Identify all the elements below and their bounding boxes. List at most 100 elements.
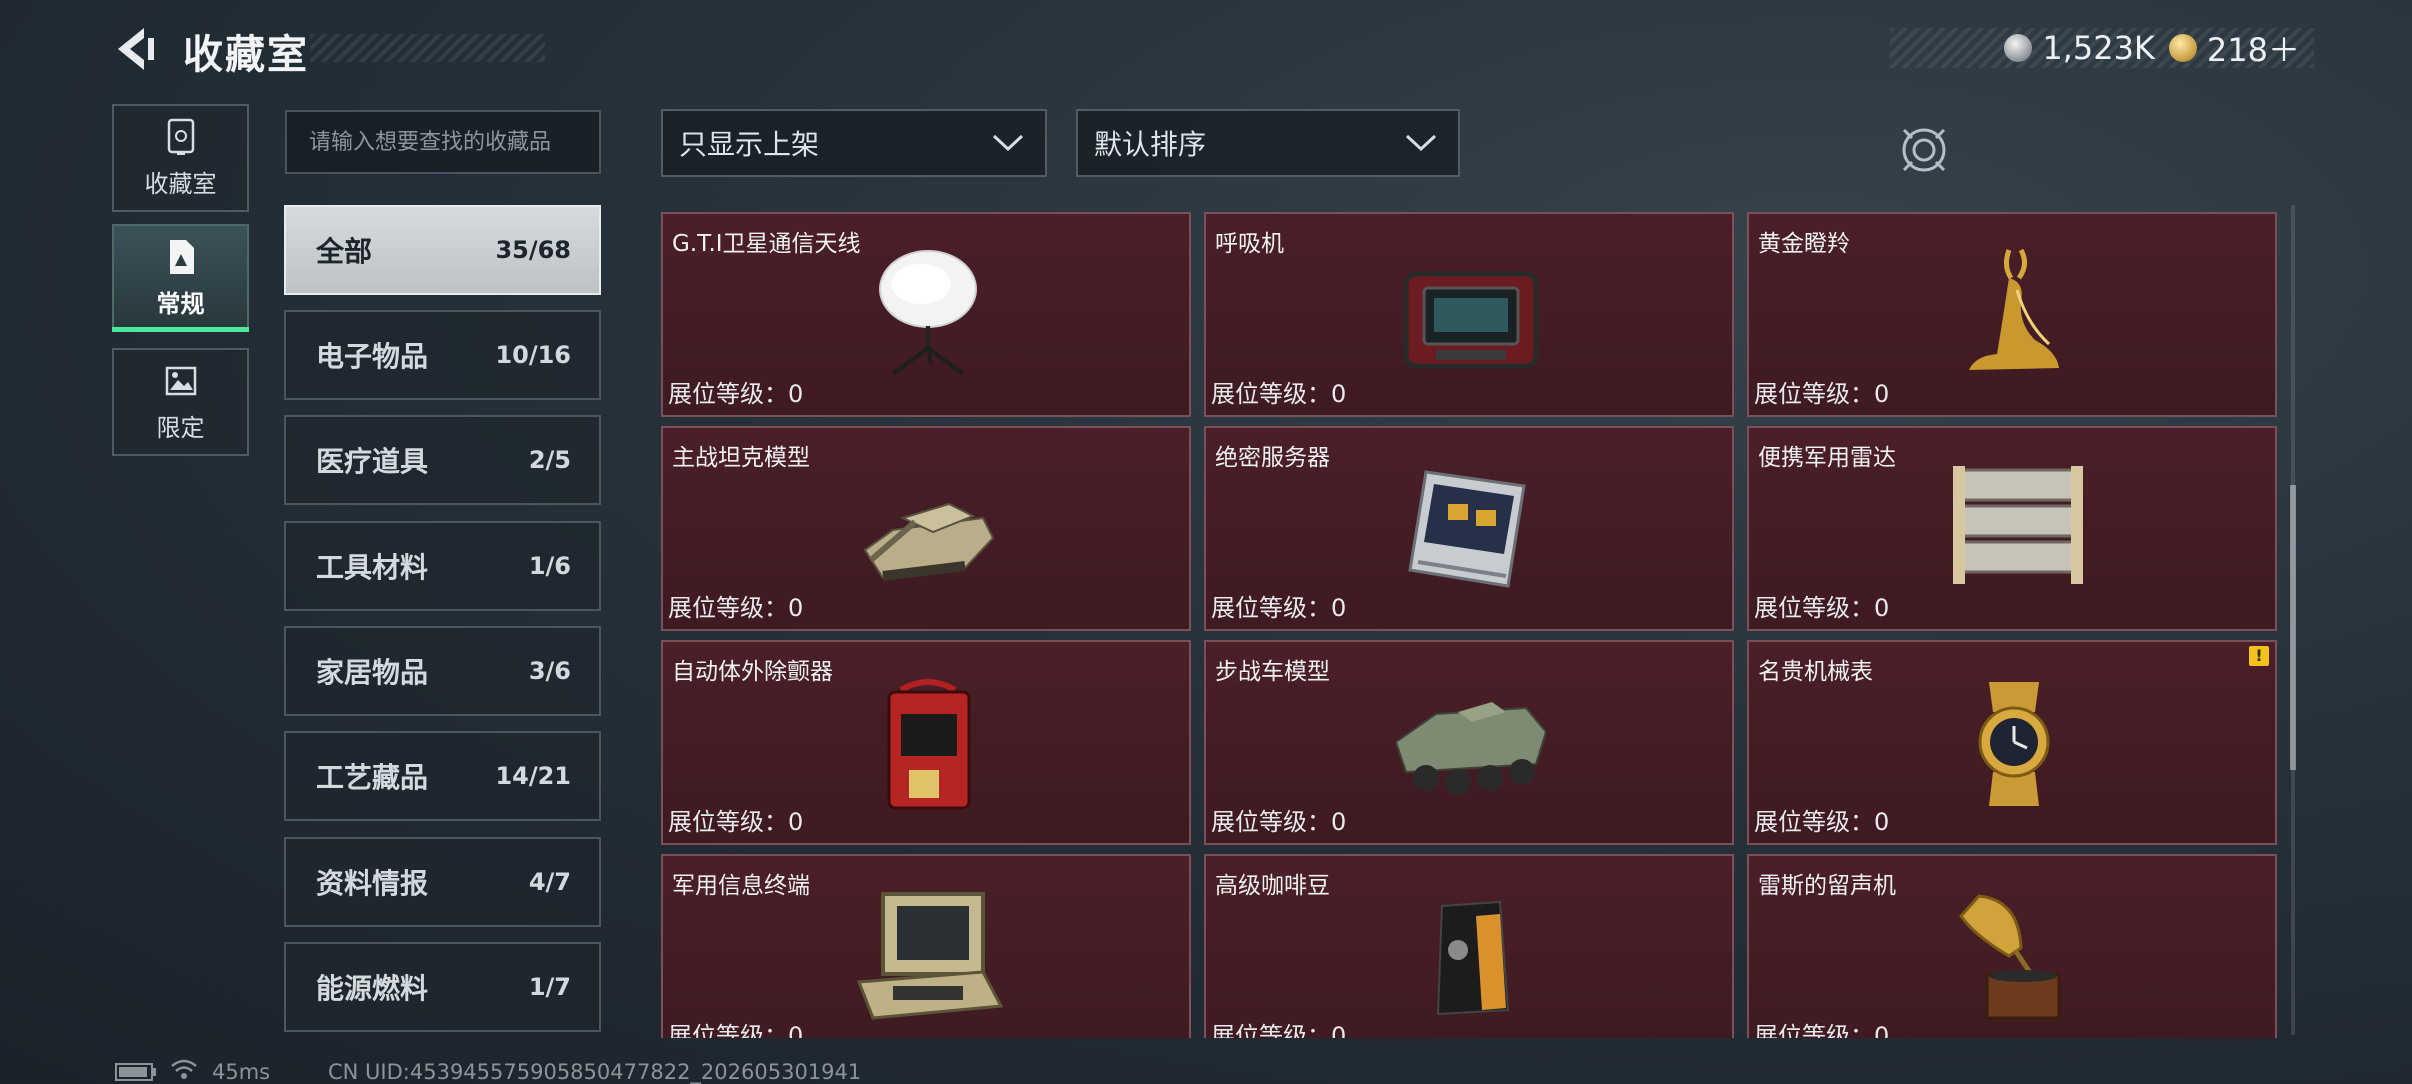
item-name: 黄金瞪羚 bbox=[1758, 231, 1850, 257]
display-level: 展位等级：0 bbox=[668, 380, 804, 408]
collection-card[interactable]: G.T.I卫星通信天线 展位等级：0 bbox=[661, 212, 1191, 417]
category-count: 3/6 bbox=[528, 657, 571, 685]
dropdown-value: 只显示上架 bbox=[679, 128, 820, 161]
radar-icon bbox=[1953, 466, 2083, 584]
display-level: 展位等级：0 bbox=[1211, 380, 1347, 408]
item-name: G.T.I卫星通信天线 bbox=[672, 231, 861, 257]
category-name: 家居物品 bbox=[316, 656, 429, 689]
display-filter-dropdown[interactable]: 只显示上架 bbox=[661, 109, 1047, 177]
item-name: 绝密服务器 bbox=[1215, 445, 1330, 471]
nav-tab-label: 常规 bbox=[156, 289, 205, 318]
display-level: 展位等级：0 bbox=[1754, 594, 1890, 622]
category-count: 2/5 bbox=[528, 446, 571, 474]
category-name: 资料情报 bbox=[316, 867, 429, 900]
category-energy[interactable]: 能源燃料 1/7 bbox=[284, 942, 601, 1032]
tank-model-icon bbox=[863, 502, 995, 581]
golden-gazelle-icon bbox=[1969, 248, 2059, 370]
collection-card[interactable]: 便携军用雷达 展位等级：0 bbox=[1747, 426, 2277, 631]
currency-bar: 1,523K 218＋ bbox=[1890, 25, 2314, 71]
terminal-icon bbox=[856, 892, 1003, 1020]
collection-card[interactable]: 主战坦克模型 展位等级：0 bbox=[661, 426, 1191, 631]
gramophone-icon bbox=[1959, 894, 2061, 1020]
satellite-dish-icon bbox=[879, 250, 977, 376]
category-crafts[interactable]: 工艺藏品 14/21 bbox=[284, 731, 601, 821]
category-name: 电子物品 bbox=[316, 340, 429, 373]
item-name: 呼吸机 bbox=[1215, 231, 1284, 257]
gold-currency[interactable]: 218＋ bbox=[2168, 25, 2300, 71]
sort-order-dropdown[interactable]: 默认排序 bbox=[1076, 109, 1460, 177]
defibrillator-icon bbox=[887, 679, 971, 810]
dropdown-value: 默认排序 bbox=[1094, 128, 1207, 161]
item-name: 高级咖啡豆 bbox=[1215, 873, 1330, 899]
display-level: 展位等级：0 bbox=[1211, 1022, 1347, 1038]
collection-card[interactable]: 黄金瞪羚 展位等级：0 bbox=[1747, 212, 2277, 417]
coffee-bag-icon bbox=[1436, 900, 1510, 1016]
item-name: 雷斯的留声机 bbox=[1758, 873, 1896, 899]
collection-card[interactable]: 呼吸机 展位等级：0 bbox=[1204, 212, 1734, 417]
collection-card[interactable]: 高级咖啡豆 展位等级：0 bbox=[1204, 854, 1734, 1038]
photo-icon bbox=[165, 366, 196, 395]
wifi-icon bbox=[171, 1059, 197, 1079]
category-count: 35/68 bbox=[495, 236, 571, 264]
scrollbar-thumb[interactable] bbox=[2290, 485, 2296, 770]
category-intel[interactable]: 资料情报 4/7 bbox=[284, 837, 601, 927]
watch-icon bbox=[1978, 682, 2050, 806]
item-name: 名贵机械表 bbox=[1758, 659, 1873, 685]
display-level: 展位等级：0 bbox=[1211, 594, 1347, 622]
chevron-down-icon bbox=[1405, 134, 1437, 152]
ifv-model-icon bbox=[1396, 702, 1546, 795]
item-name: 便携军用雷达 bbox=[1758, 445, 1896, 471]
collection-card[interactable]: 自动体外除颤器 展位等级：0 bbox=[661, 640, 1191, 845]
silver-currency[interactable]: 1,523K bbox=[2004, 29, 2155, 67]
nav-tab-collection-room[interactable]: 收藏室 bbox=[112, 104, 249, 212]
category-count: 1/7 bbox=[528, 973, 571, 1001]
title-decoration bbox=[310, 34, 545, 62]
view-settings-icon[interactable] bbox=[1896, 122, 1952, 178]
user-uid: CN UID:453945575905850477822_20260530194… bbox=[328, 1060, 862, 1084]
collection-card[interactable]: 名贵机械表 展位等级：0 ! bbox=[1747, 640, 2277, 845]
ping-readout: 45ms bbox=[212, 1060, 271, 1084]
category-count: 1/6 bbox=[528, 552, 571, 580]
category-tools[interactable]: 工具材料 1/6 bbox=[284, 521, 601, 611]
category-count: 14/21 bbox=[495, 762, 571, 790]
nav-tab-label: 限定 bbox=[156, 413, 205, 442]
item-name: 自动体外除颤器 bbox=[672, 659, 833, 685]
search-input[interactable] bbox=[285, 110, 601, 174]
silver-amount: 1,523K bbox=[2042, 29, 2155, 67]
display-level: 展位等级：0 bbox=[1211, 808, 1347, 836]
collection-card[interactable]: 军用信息终端 展位等级：0 bbox=[661, 854, 1191, 1038]
display-level: 展位等级：0 bbox=[1754, 380, 1890, 408]
server-icon bbox=[1408, 470, 1526, 588]
category-electronics[interactable]: 电子物品 10/16 bbox=[284, 310, 601, 400]
category-name: 全部 bbox=[316, 235, 373, 268]
nav-tab-regular[interactable]: 常规 bbox=[112, 224, 249, 332]
document-icon bbox=[169, 239, 194, 274]
cabinet-icon bbox=[167, 118, 194, 155]
gold-amount: 218＋ bbox=[2206, 31, 2300, 69]
battery-icon bbox=[115, 1063, 156, 1081]
item-name: 主战坦克模型 bbox=[672, 445, 810, 471]
warning-badge-icon: ! bbox=[2249, 646, 2269, 666]
silver-coin-icon bbox=[2004, 34, 2033, 62]
display-level: 展位等级：0 bbox=[668, 808, 804, 836]
back-arrow-icon[interactable] bbox=[110, 24, 160, 74]
nav-tab-label: 收藏室 bbox=[144, 169, 217, 198]
category-count: 4/7 bbox=[528, 868, 571, 896]
item-name: 步战车模型 bbox=[1215, 659, 1330, 685]
category-medical[interactable]: 医疗道具 2/5 bbox=[284, 415, 601, 505]
category-name: 能源燃料 bbox=[316, 972, 429, 1005]
category-name: 工艺藏品 bbox=[316, 761, 429, 794]
category-name: 工具材料 bbox=[316, 551, 429, 584]
item-name: 军用信息终端 bbox=[672, 873, 810, 899]
collection-card[interactable]: 绝密服务器 展位等级：0 bbox=[1204, 426, 1734, 631]
collection-card[interactable]: 步战车模型 展位等级：0 bbox=[1204, 640, 1734, 845]
gold-coin-icon bbox=[2168, 34, 2197, 62]
nav-tab-limited[interactable]: 限定 bbox=[112, 348, 249, 456]
category-all[interactable]: 全部 35/68 bbox=[284, 205, 601, 295]
category-household[interactable]: 家居物品 3/6 bbox=[284, 626, 601, 716]
category-count: 10/16 bbox=[495, 341, 571, 369]
display-level: 展位等级：0 bbox=[1754, 808, 1890, 836]
display-level: 展位等级：0 bbox=[1754, 1022, 1890, 1038]
ventilator-icon bbox=[1403, 271, 1539, 369]
collection-card[interactable]: 雷斯的留声机 展位等级：0 bbox=[1747, 854, 2277, 1038]
